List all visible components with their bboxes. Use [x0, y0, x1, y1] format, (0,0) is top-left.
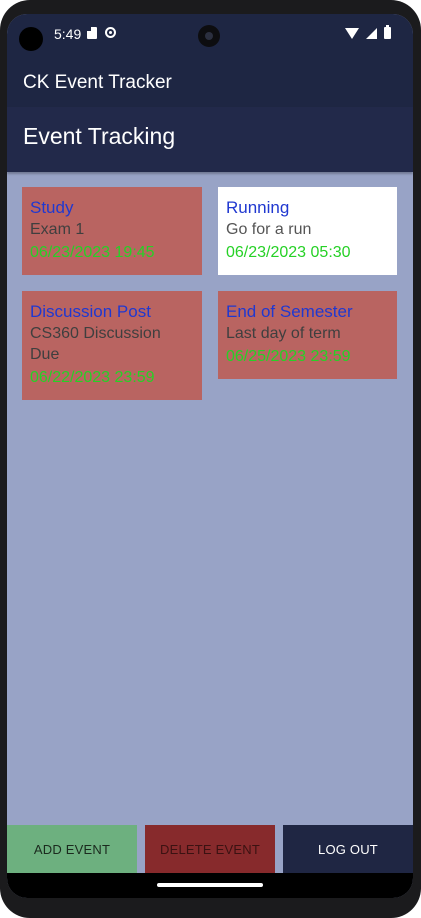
delete-event-button[interactable]: DELETE EVENT: [145, 825, 275, 873]
app-bar: CK Event Tracker: [7, 56, 413, 107]
app-screen: 5:49 CK Event Tracker Event Tracking Stu…: [7, 14, 413, 898]
app-title: CK Event Tracker: [23, 72, 172, 93]
event-card-discussion-post[interactable]: Discussion Post CS360 Discussion Due 06/…: [22, 291, 202, 400]
front-camera: [198, 25, 220, 47]
add-event-button[interactable]: ADD EVENT: [7, 825, 137, 873]
event-title: Discussion Post: [30, 302, 151, 321]
status-time: 5:49: [54, 26, 82, 42]
event-title: Study: [30, 198, 74, 217]
action-bar: ADD EVENT DELETE EVENT LOG OUT: [7, 825, 413, 873]
page-header: Event Tracking: [7, 107, 413, 172]
system-nav-bar: [7, 873, 413, 898]
status-system-icons: [345, 25, 391, 39]
event-datetime: 06/25/2023 23:59: [226, 348, 351, 365]
sd-card-icon: [87, 27, 97, 39]
log-out-button[interactable]: LOG OUT: [283, 825, 413, 873]
wifi-icon: [345, 27, 359, 39]
punch-hole: [19, 27, 43, 51]
event-card-end-of-semester[interactable]: End of Semester Last day of term 06/25/2…: [218, 291, 397, 379]
settings-gear-icon: [105, 27, 116, 38]
cell-signal-icon: [366, 27, 377, 39]
event-description: CS360 Discussion Due: [30, 325, 161, 363]
event-description: Last day of term: [226, 325, 341, 342]
event-datetime: 06/23/2023 19:45: [30, 244, 155, 261]
event-title: End of Semester: [226, 302, 353, 321]
event-description: Go for a run: [226, 221, 312, 238]
event-card-running[interactable]: Running Go for a run 06/23/2023 05:30: [218, 187, 397, 275]
event-datetime: 06/22/2023 23:59: [30, 369, 155, 386]
status-bar: 5:49: [7, 14, 413, 56]
event-description: Exam 1: [30, 221, 85, 238]
page-title: Event Tracking: [23, 123, 176, 149]
status-notification-icons: [87, 27, 116, 39]
home-gesture-handle[interactable]: [157, 883, 263, 887]
event-datetime: 06/23/2023 05:30: [226, 244, 351, 261]
battery-icon: [384, 25, 391, 39]
event-title: Running: [226, 198, 290, 217]
phone-frame: 5:49 CK Event Tracker Event Tracking Stu…: [0, 0, 421, 918]
event-card-study[interactable]: Study Exam 1 06/23/2023 19:45: [22, 187, 202, 275]
